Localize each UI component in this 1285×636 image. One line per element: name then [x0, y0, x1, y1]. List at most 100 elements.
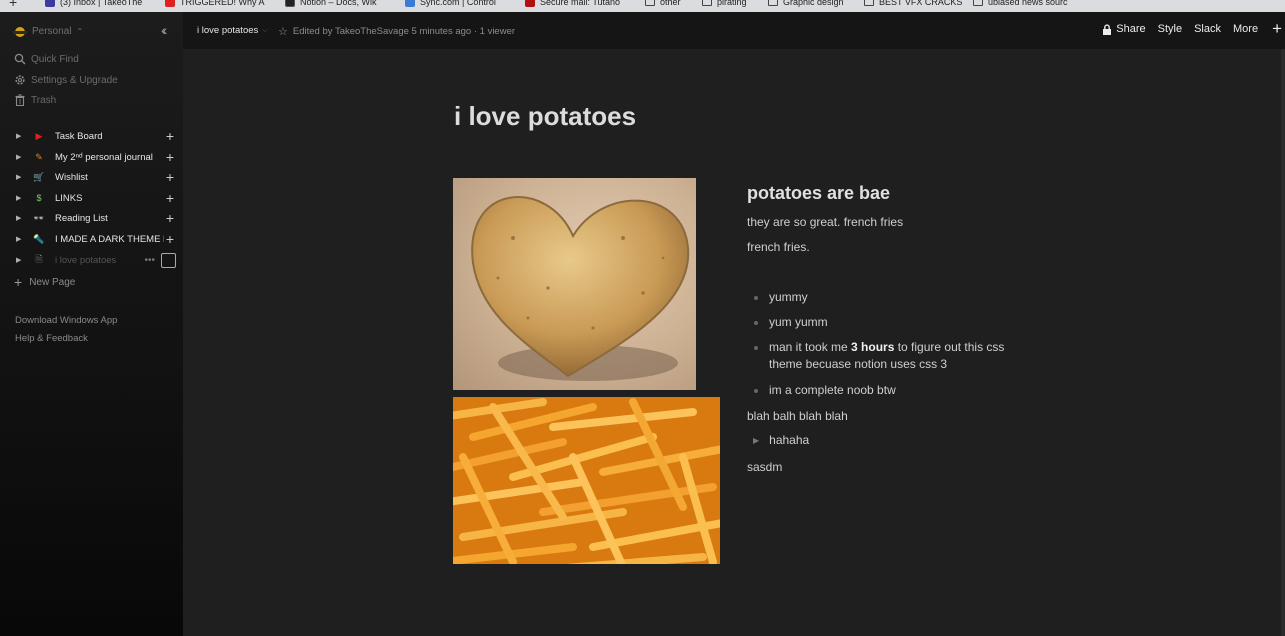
bookmark-folder[interactable]: other — [645, 0, 681, 9]
bookmark-folder[interactable]: pirating — [702, 0, 747, 9]
page-title[interactable]: i love potatoes — [454, 101, 636, 132]
trash-label: Trash — [31, 94, 57, 106]
paragraph-1[interactable]: they are so great. french fries — [747, 214, 903, 231]
fries-illustration — [453, 397, 720, 564]
breadcrumb[interactable]: i love potatoes ⌵ — [197, 25, 268, 36]
trash-icon — [15, 94, 25, 106]
new-page-button[interactable]: + New Page — [14, 274, 75, 290]
add-bookmark-icon[interactable]: + — [9, 0, 17, 10]
add-subpage-icon[interactable]: + — [164, 129, 176, 143]
scrollbar[interactable] — [1281, 49, 1285, 636]
sidebar-page-task-board[interactable]: ▶ ▶ Task Board + — [16, 128, 176, 144]
bookmark-item[interactable]: Sync.com | Control — [405, 0, 496, 9]
sidebar-page-journal[interactable]: ▶ ✎ My 2ⁿᵈ personal journal + — [16, 149, 176, 165]
style-button[interactable]: Style — [1158, 23, 1182, 35]
sidebar-page-links[interactable]: ▶ $ LINKS + — [16, 190, 176, 206]
breadcrumb-page: i love potatoes — [197, 25, 259, 36]
bookmark-folder[interactable]: ubiased news sourc — [973, 0, 1068, 9]
page-label: Task Board — [55, 130, 103, 142]
expand-arrow-icon[interactable]: ▶ — [16, 153, 24, 161]
list-item[interactable]: man it took me 3 hours to figure out thi… — [754, 339, 1009, 373]
bullet-icon — [754, 346, 758, 350]
edit-status: ☆ Edited by TakeoTheSavage 5 minutes ago… — [278, 25, 515, 38]
sidebar-page-wishlist[interactable]: ▶ 🛒 Wishlist + — [16, 169, 176, 185]
sync-icon — [405, 0, 415, 7]
topbar-actions: Share Style Slack More + — [1090, 20, 1285, 37]
download-windows-app-link[interactable]: Download Windows App — [15, 315, 117, 326]
bullet-icon — [754, 296, 758, 300]
workspace-switcher[interactable]: Personal ⌃ — [13, 26, 83, 37]
page-canvas — [183, 49, 1285, 636]
expand-arrow-icon[interactable]: ▶ — [16, 214, 24, 222]
bookmark-folder[interactable]: Graphic design — [768, 0, 844, 9]
expand-arrow-icon[interactable]: ▶ — [16, 235, 24, 243]
expand-arrow-icon[interactable]: ▶ — [16, 132, 24, 140]
paragraph-2[interactable]: french fries. — [747, 239, 810, 256]
french-fries-image — [453, 397, 720, 564]
folder-icon — [864, 0, 874, 6]
share-button[interactable]: Share — [1102, 23, 1146, 35]
expand-arrow-icon[interactable]: ▶ — [16, 256, 24, 264]
add-subpage-box-icon[interactable] — [161, 252, 176, 268]
bookmark-folder[interactable]: BEST VFX CRACKS — [864, 0, 962, 9]
expand-arrow-icon[interactable]: ▶ — [16, 173, 24, 181]
add-subpage-icon[interactable]: + — [164, 150, 176, 164]
workspace-caret-icon: ⌃ — [76, 27, 84, 36]
more-button[interactable]: More — [1233, 23, 1258, 35]
plus-icon: + — [14, 274, 23, 290]
add-icon[interactable]: + — [1272, 20, 1282, 37]
tutanota-icon — [525, 0, 535, 7]
add-subpage-icon[interactable]: + — [164, 170, 176, 184]
add-subpage-icon[interactable]: + — [164, 232, 176, 246]
chevron-down-icon: ⌵ — [262, 26, 268, 34]
toggle-block[interactable]: ▶ hahaha — [753, 433, 809, 447]
sidebar-page-reading-list[interactable]: ▶ 👓 Reading List + — [16, 210, 176, 226]
star-icon[interactable]: ☆ — [278, 25, 288, 38]
heart-potato-illustration — [471, 196, 690, 381]
section-heading[interactable]: potatoes are bae — [747, 183, 890, 204]
new-page-label: New Page — [29, 276, 76, 288]
expand-arrow-icon[interactable]: ▶ — [16, 194, 24, 202]
youtube-icon — [165, 0, 175, 7]
search-icon — [14, 53, 26, 65]
help-feedback-link[interactable]: Help & Feedback — [15, 333, 88, 344]
list-item[interactable]: yum yumm — [754, 314, 1009, 331]
bookmark-item[interactable]: (3) Inbox | TakeoThe — [45, 0, 142, 9]
sidebar-page-i-love-potatoes[interactable]: ▶ 🗎 i love potatoes ••• — [16, 252, 176, 268]
flashlight-icon: 🔦 — [33, 233, 45, 244]
gmail-icon — [45, 0, 55, 7]
folder-icon — [645, 0, 655, 6]
folder-icon — [702, 0, 712, 6]
bookmarks-bar: + (3) Inbox | TakeoThe TRIGGERED! Why A … — [0, 0, 1285, 12]
flag-icon: ▶ — [35, 130, 43, 141]
collapse-sidebar-icon[interactable]: ‹‹ — [161, 22, 168, 38]
page-label: My 2ⁿᵈ personal journal — [55, 151, 153, 163]
bullet-icon — [754, 321, 758, 325]
settings-button[interactable]: Settings & Upgrade — [14, 74, 118, 86]
list-item[interactable]: yummy — [754, 289, 1009, 306]
trash-button[interactable]: Trash — [14, 94, 56, 106]
cart-icon: 🛒 — [33, 171, 45, 182]
bookmark-item[interactable]: TRIGGERED! Why A — [165, 0, 265, 9]
paragraph-3[interactable]: blah balh blah blah — [747, 408, 848, 425]
more-options-icon[interactable]: ••• — [144, 255, 155, 266]
bullet-icon — [754, 389, 758, 393]
slack-button[interactable]: Slack — [1194, 23, 1221, 35]
dollar-icon: $ — [36, 193, 42, 203]
settings-label: Settings & Upgrade — [31, 74, 118, 86]
quick-find-button[interactable]: Quick Find — [14, 53, 79, 65]
paragraph-4[interactable]: sasdm — [747, 459, 782, 476]
add-subpage-icon[interactable]: + — [164, 191, 176, 205]
workspace-name: Personal — [32, 26, 72, 37]
pen-icon: ✎ — [35, 151, 43, 162]
page-label: Wishlist — [55, 171, 88, 183]
sidebar-page-dark-theme[interactable]: ▶ 🔦 I MADE A DARK THEME F + — [16, 231, 176, 247]
list-item[interactable]: im a complete noob btw — [754, 382, 1009, 399]
toggle-arrow-icon[interactable]: ▶ — [753, 436, 759, 445]
sidebar: Personal ⌃ ‹‹ Quick Find Settings & Upgr… — [0, 12, 183, 636]
workspace-logo-icon — [13, 26, 27, 37]
page-label: I MADE A DARK THEME F — [55, 233, 164, 245]
bookmark-item[interactable]: Notion – Docs, Wik — [285, 0, 377, 9]
add-subpage-icon[interactable]: + — [164, 211, 176, 225]
bookmark-item[interactable]: Secure mail: Tutano — [525, 0, 620, 9]
